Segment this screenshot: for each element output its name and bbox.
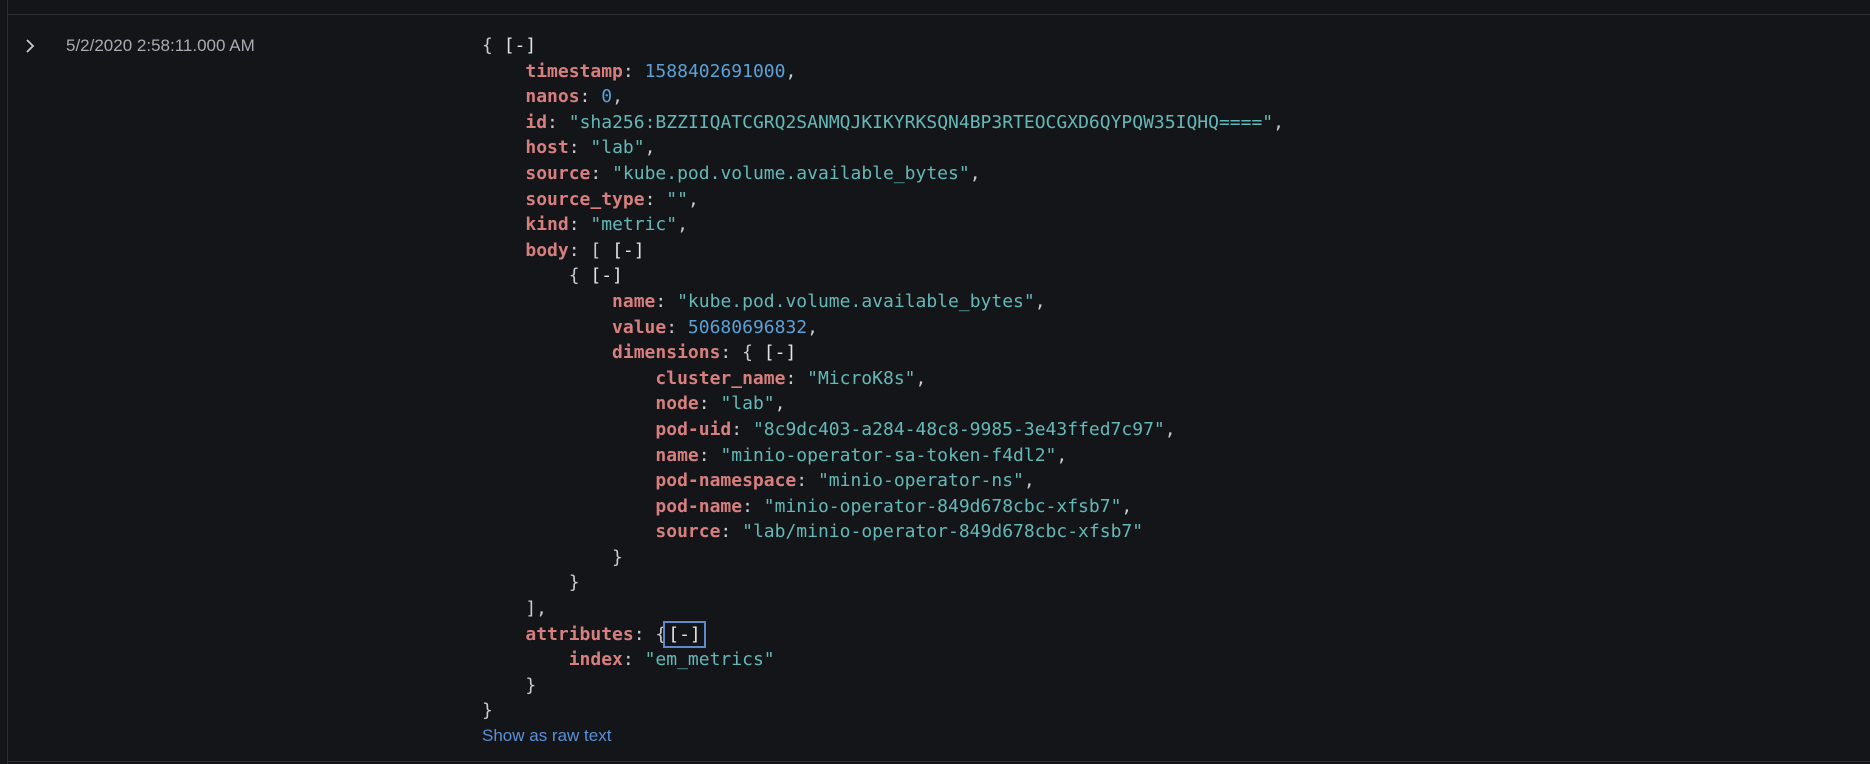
field-key[interactable]: pod-uid bbox=[655, 419, 731, 440]
field-value[interactable]: 50680696832 bbox=[688, 317, 807, 338]
field-key[interactable]: value bbox=[612, 317, 666, 338]
field-value[interactable]: 1588402691000 bbox=[645, 61, 786, 82]
collapse-dimensions-toggle[interactable]: [-] bbox=[764, 342, 797, 363]
field-value[interactable]: "kube.pod.volume.available_bytes" bbox=[612, 163, 970, 184]
field-key[interactable]: name bbox=[612, 291, 655, 312]
field-value[interactable]: 0 bbox=[601, 86, 612, 107]
field-value[interactable]: "sha256:BZZIIQATCGRQ2SANMQJKIKYRKSQN4BP3… bbox=[569, 112, 1273, 133]
field-value[interactable]: "8c9dc403-a284-48c8-9985-3e43ffed7c97" bbox=[753, 419, 1165, 440]
chevron-right-icon[interactable] bbox=[20, 36, 40, 56]
field-value[interactable]: "metric" bbox=[590, 214, 677, 235]
field-value[interactable]: "minio-operator-ns" bbox=[818, 470, 1024, 491]
field-value[interactable]: "" bbox=[666, 189, 688, 210]
field-key[interactable]: nanos bbox=[525, 86, 579, 107]
field-key[interactable]: cluster_name bbox=[655, 368, 785, 389]
row-divider-bottom bbox=[7, 761, 1870, 762]
field-value[interactable]: "lab/minio-operator-849d678cbc-xfsb7" bbox=[742, 521, 1143, 542]
field-key[interactable]: host bbox=[525, 137, 568, 158]
show-raw-text-link[interactable]: Show as raw text bbox=[482, 726, 611, 746]
field-value[interactable]: "MicroK8s" bbox=[807, 368, 915, 389]
field-key[interactable]: source bbox=[525, 163, 590, 184]
field-value[interactable]: "lab" bbox=[720, 393, 774, 414]
field-key[interactable]: id bbox=[525, 112, 547, 133]
json-document: { [-] timestamp: 1588402691000, nanos: 0… bbox=[482, 35, 1284, 722]
field-key[interactable]: name bbox=[655, 445, 698, 466]
field-key[interactable]: source bbox=[655, 521, 720, 542]
field-key[interactable]: dimensions bbox=[612, 342, 720, 363]
field-key[interactable]: index bbox=[569, 649, 623, 670]
field-value[interactable]: "lab" bbox=[590, 137, 644, 158]
field-key[interactable]: attributes bbox=[525, 624, 633, 645]
field-value[interactable]: "minio-operator-849d678cbc-xfsb7" bbox=[764, 496, 1122, 517]
field-key[interactable]: kind bbox=[525, 214, 568, 235]
field-key[interactable]: pod-namespace bbox=[655, 470, 796, 491]
event-timestamp: 5/2/2020 2:58:11.000 AM bbox=[66, 36, 255, 55]
field-key[interactable]: source_type bbox=[525, 189, 644, 210]
collapse-body-toggle[interactable]: [-] bbox=[612, 240, 645, 261]
field-key[interactable]: body bbox=[525, 240, 568, 261]
field-key[interactable]: node bbox=[655, 393, 698, 414]
collapse-root-toggle[interactable]: [-] bbox=[504, 35, 537, 56]
field-key[interactable]: timestamp bbox=[525, 61, 623, 82]
row-divider bbox=[7, 14, 1870, 15]
collapse-body-item-toggle[interactable]: [-] bbox=[590, 265, 623, 286]
collapse-attributes-toggle[interactable]: [-] bbox=[663, 620, 706, 648]
field-value[interactable]: "minio-operator-sa-token-f4dl2" bbox=[720, 445, 1056, 466]
field-value[interactable]: "em_metrics" bbox=[645, 649, 775, 670]
field-key[interactable]: pod-name bbox=[655, 496, 742, 517]
field-value[interactable]: "kube.pod.volume.available_bytes" bbox=[677, 291, 1035, 312]
